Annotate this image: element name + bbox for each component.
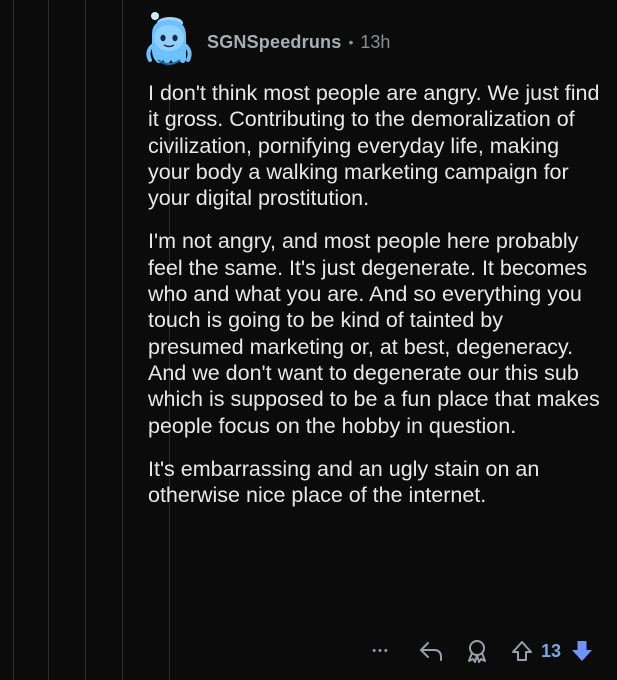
downvote-button[interactable] (569, 639, 595, 663)
comment-thread: SGNSpeedruns • 13h I don't think most pe… (0, 0, 617, 680)
comment-author-link[interactable]: SGNSpeedruns (207, 32, 341, 53)
comment-body: I don't think most people are angry. We … (148, 80, 603, 525)
upvote-button[interactable] (509, 639, 535, 663)
award-button[interactable] (463, 638, 491, 664)
reply-button[interactable] (417, 639, 445, 663)
thread-line[interactable] (48, 0, 49, 680)
comment-paragraph: I don't think most people are angry. We … (148, 81, 606, 211)
snoo-avatar-icon (146, 12, 192, 65)
reply-arrow-icon (419, 642, 442, 661)
thread-line[interactable] (122, 0, 123, 680)
more-options-button[interactable]: ••• (367, 645, 395, 657)
more-options-icon: ••• (372, 645, 390, 657)
award-icon (467, 640, 486, 663)
comment-header: SGNSpeedruns • 13h (146, 10, 390, 74)
comment-paragraph: I'm not angry, and most people here prob… (148, 229, 606, 438)
vote-score: 13 (540, 640, 561, 661)
thread-line[interactable] (13, 0, 14, 680)
upvote-arrow-icon (511, 641, 532, 661)
thread-line[interactable] (85, 0, 86, 680)
comment-timestamp[interactable]: 13h (360, 32, 390, 53)
downvote-arrow-icon (572, 641, 592, 661)
avatar[interactable] (146, 10, 192, 74)
comment-paragraph: It's embarrassing and an ugly stain on a… (148, 456, 546, 508)
comment-action-bar: ••• 13 (367, 634, 595, 668)
meta-separator: • (348, 34, 354, 50)
